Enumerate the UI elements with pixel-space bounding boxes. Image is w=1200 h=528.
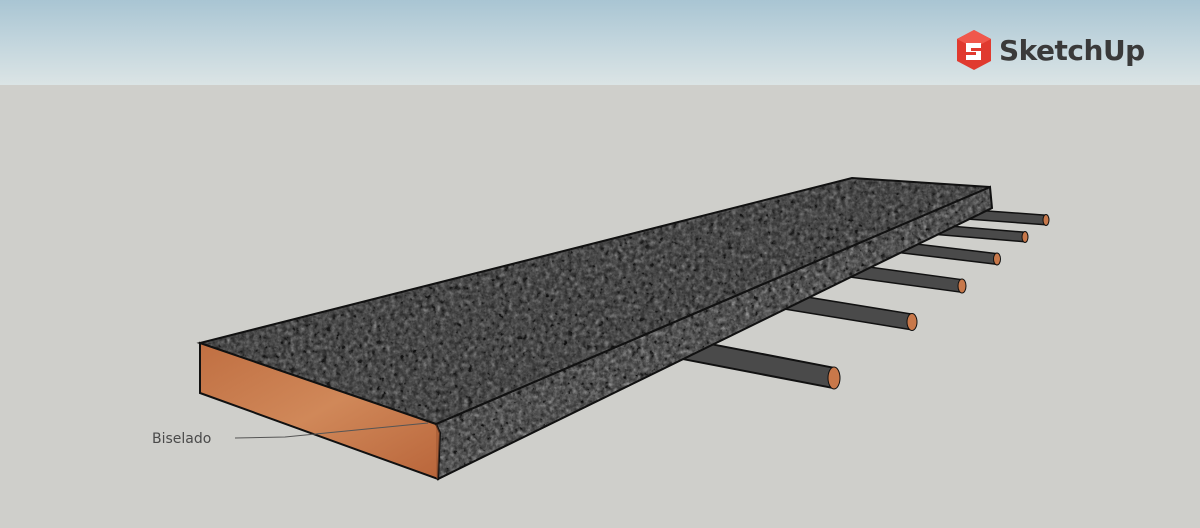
model-scene[interactable] [0,0,1200,528]
sketchup-viewport[interactable]: SketchUp Biselado [0,0,1200,528]
bevel-callout-label: Biselado [152,431,212,447]
